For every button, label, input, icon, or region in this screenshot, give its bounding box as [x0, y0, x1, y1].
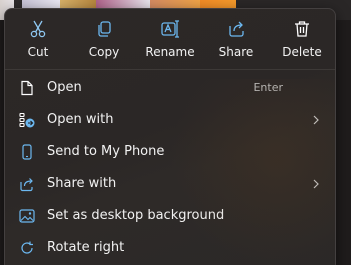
toolbar-divider [5, 69, 335, 70]
menu-item-send-to-phone[interactable]: Send to My Phone [5, 136, 335, 168]
cut-label: Cut [27, 45, 49, 59]
rename-label: Rename [145, 45, 195, 59]
menu-item-label: Send to My Phone [47, 144, 165, 159]
share-button[interactable]: Share [203, 9, 269, 65]
menu-item-share-with[interactable]: Share with [5, 168, 335, 200]
menu-item-open-with[interactable]: Open with [5, 104, 335, 136]
delete-button[interactable]: Delete [269, 9, 335, 65]
chevron-right-icon [313, 179, 319, 189]
rotate-right-icon [21, 241, 33, 254]
menu-item-set-desktop-background[interactable]: Set as desktop background [5, 200, 335, 232]
share-with-icon [20, 178, 33, 192]
trash-icon [295, 21, 309, 37]
copy-icon [98, 21, 111, 37]
copy-label: Copy [88, 45, 120, 59]
rename-button[interactable]: Rename [137, 9, 203, 65]
menu-item-label: Set as desktop background [47, 208, 225, 223]
cut-button[interactable]: Cut [5, 9, 71, 65]
menu-item-open[interactable]: Open Enter [5, 72, 335, 104]
desktop-background-icon [19, 209, 35, 223]
copy-button[interactable]: Copy [71, 9, 137, 65]
menu-item-rotate-right[interactable]: Rotate right [5, 232, 335, 264]
menu-item-label: Rotate right [47, 240, 125, 255]
phone-icon [22, 144, 32, 160]
menu-item-label: Share with [47, 176, 117, 191]
open-file-icon [21, 80, 33, 96]
share-label: Share [218, 45, 254, 59]
share-icon [229, 21, 244, 37]
menu-items: Open Enter Open with Send to My Phone Sh… [5, 72, 335, 264]
context-menu-toolbar: Cut Copy Rename Share Delete [5, 9, 335, 65]
delete-label: Delete [282, 45, 322, 59]
open-with-icon [19, 112, 35, 128]
menu-item-label: Open [47, 80, 82, 95]
rename-icon [161, 20, 179, 38]
shortcut-hint: Enter [253, 81, 283, 94]
chevron-right-icon [313, 115, 319, 125]
context-menu: Cut Copy Rename Share Delete Open Enter … [4, 8, 336, 265]
menu-item-label: Open with [47, 112, 114, 127]
scissors-icon [30, 20, 46, 38]
